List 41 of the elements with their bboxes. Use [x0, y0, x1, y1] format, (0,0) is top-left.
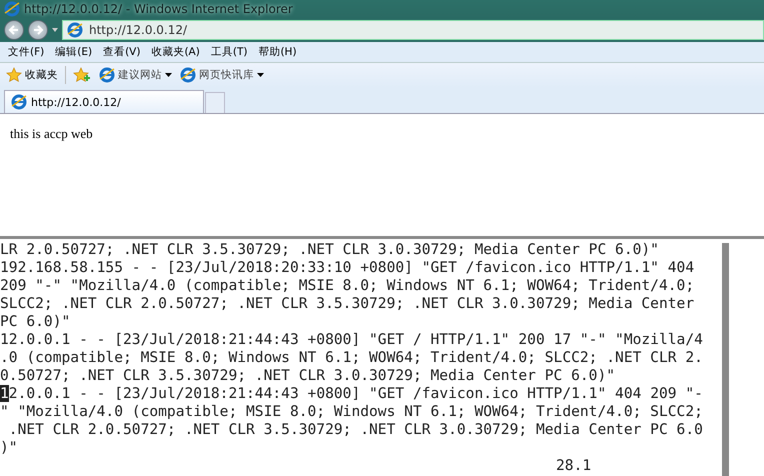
menu-item[interactable]: 编辑(E): [51, 45, 96, 59]
log-line: 192.168.58.155 - - [23/Jul/2018:20:33:10 +0800] "GET /favicon.ico HTTP/1.1" 404: [0, 259, 696, 277]
caret-icon: [165, 73, 172, 77]
log-line: .0 (compatible; MSIE 8.0; Windows NT 6.1; WOW64; Trident/4.0; SLCC2; .NET CLR 2.: [0, 349, 704, 367]
page-icon: [67, 22, 83, 38]
cursor-position: 28.1: [556, 457, 592, 474]
log-line: LR 2.0.50727; .NET CLR 3.5.30729; .NET CLR 3.0.30729; Media Center PC 6.0)": [0, 241, 660, 259]
forward-arrow-icon: [32, 24, 44, 36]
back-button[interactable]: [4, 20, 24, 40]
menu-item[interactable]: 工具(T): [206, 45, 252, 59]
page-text: this is accp web: [10, 126, 93, 141]
log-line: )": [0, 439, 19, 457]
menu-item[interactable]: 收藏夹(A): [147, 45, 204, 59]
log-line: PC 6.0)": [0, 313, 72, 331]
page-icon: [180, 67, 196, 83]
menu-item[interactable]: 查看(V): [99, 45, 144, 59]
page-icon: [99, 67, 115, 83]
browser-icon: [4, 1, 20, 17]
star-icon: [6, 67, 22, 83]
browser-tab[interactable]: http://12.0.0.12/: [4, 90, 204, 113]
window-title: http://12.0.0.12/ - Windows Internet Explorer: [24, 2, 293, 16]
menu-item[interactable]: 帮助(H): [254, 45, 301, 59]
caret-icon: [257, 73, 264, 77]
link-button[interactable]: 建议网站: [99, 67, 172, 83]
log-line: 209 "-" "Mozilla/4.0 (compatible; MSIE 8.0; Windows NT 6.1; WOW64; Trident/4.0;: [0, 277, 696, 295]
log-line: 12.0.0.1 - - [23/Jul/2018:21:44:43 +0800] "GET /favicon.ico HTTP/1.1" 404 209 "-: [0, 385, 704, 403]
add-favorite-icon[interactable]: [73, 67, 91, 83]
dropdown-icon[interactable]: [52, 28, 58, 32]
log-line: SLCC2; .NET CLR 2.0.50727; .NET CLR 3.5.30729; .NET CLR 3.0.30729; Media Center: [0, 295, 696, 313]
log-line: .NET CLR 2.0.50727; .NET CLR 3.5.30729; .NET CLR 3.0.30729; Media Center PC 6.0: [8, 421, 704, 439]
log-line: 12.0.0.1 - - [23/Jul/2018:21:44:43 +0800] "GET / HTTP/1.1" 200 17 "-" "Mozilla/4: [0, 331, 704, 349]
log-line: 0.50727; .NET CLR 3.5.30729; .NET CLR 3.0.30729; Media Center PC 6.0)": [0, 367, 616, 385]
forward-button[interactable]: [28, 20, 48, 40]
scrollbar[interactable]: [722, 243, 729, 476]
page-icon: [11, 94, 27, 110]
menu-item[interactable]: 文件(F): [4, 45, 48, 59]
address-field[interactable]: http://12.0.0.12/: [62, 20, 764, 40]
favorites-button[interactable]: 收藏夹: [6, 67, 58, 83]
back-arrow-icon: [8, 24, 20, 36]
log-line: " "Mozilla/4.0 (compatible; MSIE 8.0; Windows NT 6.1; WOW64; Trident/4.0; SLCC2;: [0, 403, 704, 421]
link-button[interactable]: 网页快讯库: [180, 67, 264, 83]
